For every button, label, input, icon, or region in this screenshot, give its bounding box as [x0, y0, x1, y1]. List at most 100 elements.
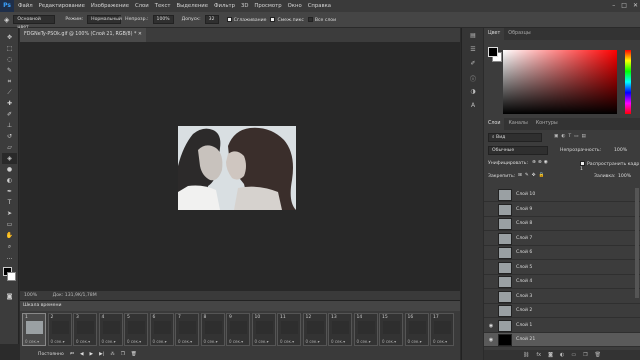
layer-row[interactable]: ◉ Слой 21 — [484, 333, 640, 347]
menu-file[interactable]: Файл — [18, 0, 33, 12]
fill-input[interactable]: 100% — [618, 174, 631, 179]
timeline-frame[interactable]: 14 0 сек.▾ — [353, 313, 378, 346]
frame-delay[interactable]: 0 сек.▾ — [204, 339, 218, 344]
tab-color[interactable]: Цвет — [484, 28, 505, 40]
unify-icons[interactable]: ⊕⊗◉ — [532, 160, 550, 165]
duplicate-frame-icon[interactable]: ❐ — [121, 350, 125, 360]
layer-row[interactable]: Слой 7 — [484, 232, 640, 246]
propagate-checkbox[interactable]: Распространить кадр 1 — [580, 161, 640, 172]
eyedropper-tool-icon[interactable]: ⟋ — [2, 87, 17, 98]
hand-tool-icon[interactable]: ✋ — [2, 230, 17, 241]
frame-delay[interactable]: 0 сек.▾ — [331, 339, 345, 344]
clone-stamp-tool-icon[interactable]: ⊥ — [2, 120, 17, 131]
all-layers-checkbox[interactable]: Все слои — [307, 16, 336, 23]
menu-type[interactable]: Текст — [155, 0, 171, 12]
zoom-readout[interactable]: 100% — [24, 293, 37, 298]
dodge-tool-icon[interactable]: ◐ — [2, 175, 17, 186]
eye-icon[interactable]: ◉ — [487, 319, 495, 333]
shape-tool-icon[interactable]: ▭ — [2, 219, 17, 230]
history-panel-icon[interactable]: ▤ — [466, 32, 480, 42]
color-picker-field[interactable] — [503, 50, 617, 114]
paint-bucket-tool-icon[interactable]: ◈ — [2, 153, 17, 164]
eraser-tool-icon[interactable]: ▱ — [2, 142, 17, 153]
menu-select[interactable]: Выделение — [176, 0, 208, 12]
maximize-button[interactable]: □ — [621, 0, 627, 12]
timeline-frame[interactable]: 2 0 сек.▾ — [47, 313, 72, 346]
frame-delay[interactable]: 0 сек.▾ — [255, 339, 269, 344]
close-tab-icon[interactable]: ✕ — [138, 32, 142, 37]
menu-layers[interactable]: Слои — [135, 0, 149, 12]
eye-icon[interactable]: ◉ — [487, 333, 495, 347]
quick-select-tool-icon[interactable]: ✎ — [2, 65, 17, 76]
background-color-swatch[interactable] — [7, 272, 16, 281]
frame-delay[interactable]: 0 сек.▾ — [306, 339, 320, 344]
blur-tool-icon[interactable]: ● — [2, 164, 17, 175]
contiguous-checkbox[interactable]: Смеж.пикс — [270, 16, 304, 23]
layer-opacity-input[interactable]: 100% — [614, 148, 627, 153]
layer-row[interactable]: Слой 3 — [484, 290, 640, 304]
frame-delay[interactable]: 0 сек.▾ — [280, 339, 294, 344]
frame-delay[interactable]: 0 сек.▾ — [408, 339, 422, 344]
prev-frame-icon[interactable]: ◀ — [80, 350, 84, 360]
layer-row[interactable]: Слой 9 — [484, 203, 640, 217]
timeline-frame[interactable]: 9 0 сек.▾ — [226, 313, 250, 346]
timeline-frame[interactable]: 3 0 сек.▾ — [73, 313, 97, 346]
menu-3d[interactable]: 3D — [241, 0, 248, 12]
timeline-frame[interactable]: 15 0 сек.▾ — [379, 313, 403, 346]
delete-frame-icon[interactable]: 🗑 — [131, 350, 137, 360]
frame-delay[interactable]: 0 сек.▾ — [51, 339, 65, 344]
brush-panel-icon[interactable]: ✐ — [466, 60, 480, 70]
timeline-frame[interactable]: 5 0 сек.▾ — [124, 313, 148, 346]
layer-row[interactable]: Слой 5 — [484, 261, 640, 275]
doc-size-readout[interactable]: Док: 131,9K/1,78M — [53, 293, 97, 298]
frame-delay[interactable]: 0 сек.▾ — [229, 339, 243, 344]
document-tab[interactable]: FDGNeTy-PSOk.gif @ 100% (Слой 21, RGB/8)… — [20, 28, 146, 42]
properties-panel-icon[interactable]: ☰ — [466, 46, 480, 56]
tab-swatches[interactable]: Образцы — [504, 28, 534, 40]
layer-kind-dropdown[interactable]: ⌕ Вид — [488, 133, 542, 142]
timeline-frame[interactable]: 7 0 сек.▾ — [175, 313, 199, 346]
timeline-frame[interactable]: 10 0 сек.▾ — [251, 313, 276, 346]
frame-delay[interactable]: 0 сек.▾ — [433, 339, 447, 344]
tab-layers[interactable]: Слои — [484, 118, 505, 130]
new-layer-icon[interactable]: ❐ — [583, 350, 587, 360]
timeline-frame[interactable]: 6 0 сек.▾ — [149, 313, 174, 346]
layer-row[interactable]: ◉ Слой 1 — [484, 319, 640, 333]
tween-icon[interactable]: ⁂ — [110, 350, 115, 360]
timeline-frame[interactable]: 11 0 сек.▾ — [277, 313, 301, 346]
marquee-tool-icon[interactable]: ⬚ — [2, 43, 17, 54]
type-tool-icon[interactable]: T — [2, 197, 17, 208]
adjustment-layer-icon[interactable]: ◐ — [560, 350, 564, 360]
timeline-frame[interactable]: 1 0 сек.▾ — [22, 313, 46, 346]
more-tools-icon[interactable]: … — [2, 252, 17, 263]
opacity-input[interactable]: 100% — [152, 15, 174, 24]
frame-delay[interactable]: 0 сек.▾ — [357, 339, 371, 344]
frame-delay[interactable]: 0 сек.▾ — [127, 339, 141, 344]
minimize-button[interactable]: – — [612, 0, 615, 12]
link-layers-icon[interactable]: ⛓ — [523, 350, 529, 360]
delete-layer-icon[interactable]: 🗑 — [595, 350, 601, 360]
lasso-tool-icon[interactable]: ◌ — [2, 54, 17, 65]
menu-view[interactable]: Просмотр — [254, 0, 281, 12]
menu-filter[interactable]: Фильтр — [214, 0, 235, 12]
group-icon[interactable]: ▭ — [571, 350, 576, 360]
fx-icon[interactable]: fx — [536, 350, 541, 360]
brush-tool-icon[interactable]: ✐ — [2, 109, 17, 120]
timeline-frame[interactable]: 4 0 сек.▾ — [98, 313, 123, 346]
menu-help[interactable]: Справка — [308, 0, 331, 12]
layer-row[interactable]: Слой 6 — [484, 246, 640, 260]
pen-tool-icon[interactable]: ✒ — [2, 186, 17, 197]
layer-row[interactable]: Слой 2 — [484, 304, 640, 318]
hue-slider[interactable] — [625, 50, 631, 114]
menu-edit[interactable]: Редактирование — [39, 0, 85, 12]
history-brush-tool-icon[interactable]: ↺ — [2, 131, 17, 142]
blend-mode-dropdown[interactable]: Обычные — [488, 146, 548, 155]
move-tool-icon[interactable]: ✥ — [2, 32, 17, 43]
frame-delay[interactable]: 0 сек.▾ — [178, 339, 192, 344]
lock-icons[interactable]: ⊞✎✥🔒 — [518, 173, 547, 178]
zoom-tool-icon[interactable]: ⌕ — [2, 241, 17, 252]
timeline-frame[interactable]: 17 0 сек.▾ — [430, 313, 454, 346]
loop-dropdown[interactable]: Постоянно — [38, 350, 64, 360]
layers-scrollbar[interactable] — [635, 188, 639, 298]
antialias-checkbox[interactable]: Сглаживание — [226, 16, 266, 23]
